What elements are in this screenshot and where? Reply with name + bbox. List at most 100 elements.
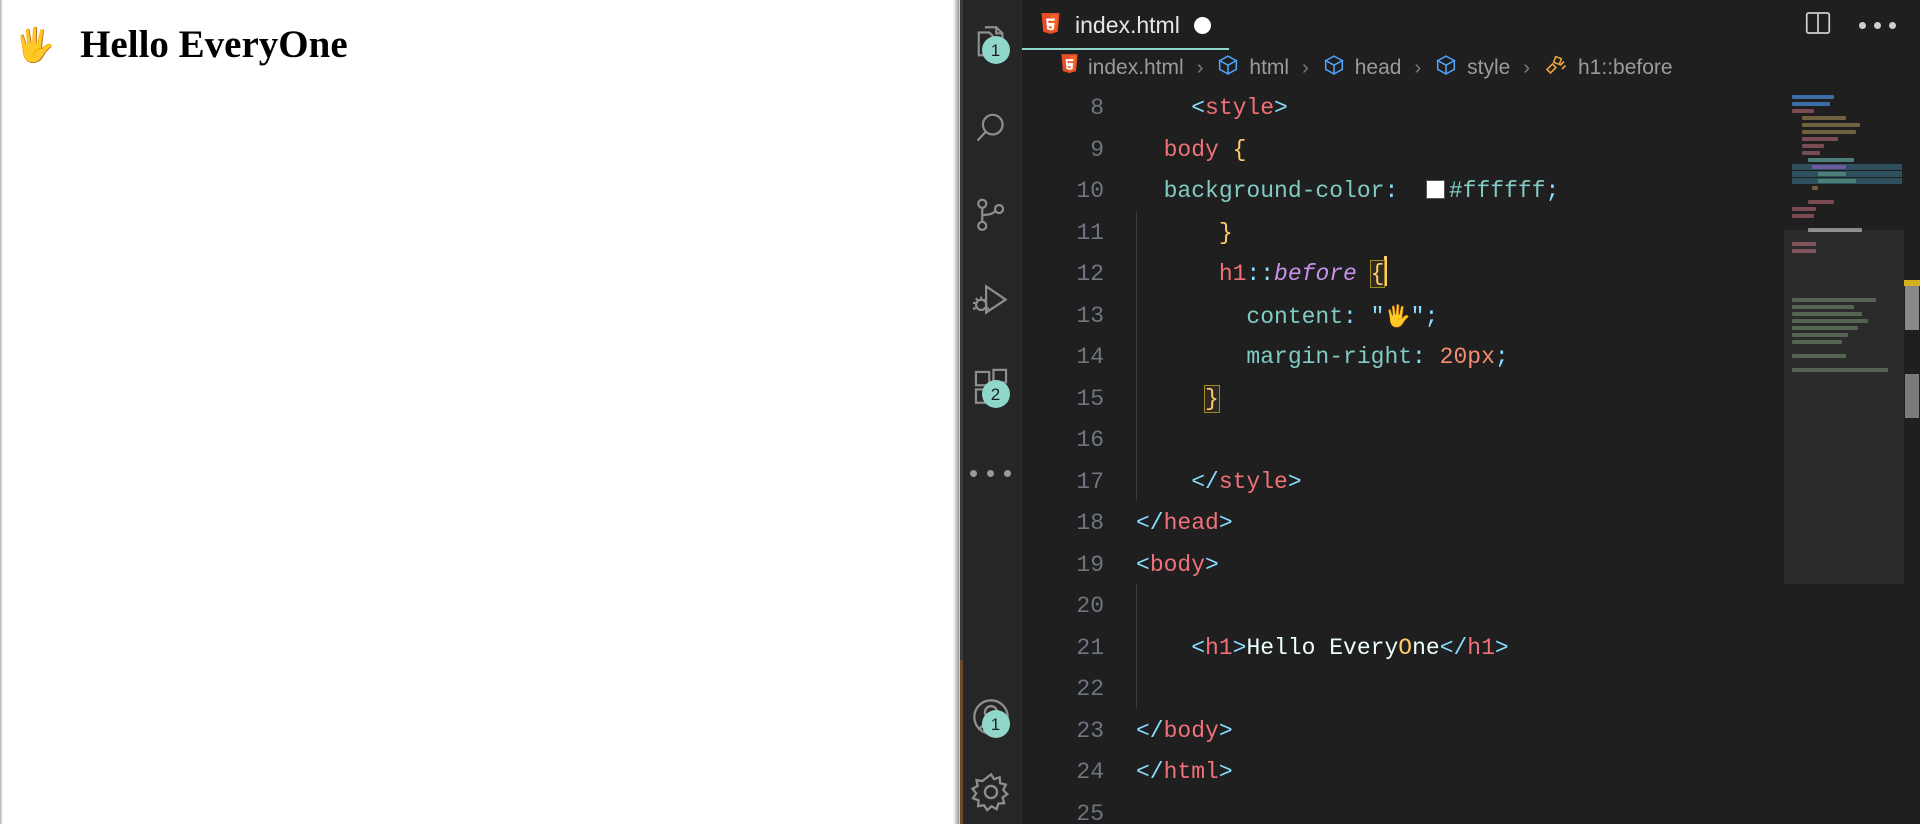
code-line[interactable]: 24 </html> [1022,752,1784,794]
preview-heading-text: Hello EveryOne [80,23,348,66]
line-content: } [1136,210,1233,255]
breadcrumb-item-h1-before[interactable]: h1::before [1543,53,1673,83]
code-line[interactable]: 14 margin-right: 20px; [1022,335,1784,379]
code-line[interactable]: 19 <body> [1022,545,1784,587]
breadcrumb-label: h1::before [1578,56,1673,79]
activity-bar: 1 2 1 [960,0,1022,824]
code-line[interactable]: 15 } [1022,376,1784,421]
line-number: 22 [1076,676,1104,702]
breadcrumb-separator: › [1523,56,1530,79]
line-content: <h1>Hello EveryOne</h1> [1136,625,1509,670]
breadcrumb-label: style [1467,56,1511,79]
symbol-cube-icon [1434,53,1458,83]
breadcrumb-label: head [1354,56,1402,79]
extensions-badge: 2 [981,380,1010,408]
scrollbar-thumb [1905,286,1919,330]
sidebar-item-search[interactable] [960,86,1022,172]
code-line[interactable]: 9 body { [1022,130,1784,172]
line-number: 12 [1076,261,1104,287]
code-line[interactable]: 18 </head> [1022,503,1784,545]
run-debug-icon [970,280,1012,322]
line-number: 21 [1076,634,1104,661]
preview-heading: 🖐 Hello EveryOne [14,22,348,67]
text-cursor [1384,256,1388,286]
breadcrumb-separator: › [1302,56,1309,79]
more-actions-icon[interactable] [1859,21,1896,29]
scrollbar-overview-marker [1905,374,1919,418]
breadcrumb: index.html › html › head › style › h1::b… [1022,50,1920,86]
line-content: </head> [1136,510,1233,536]
sidebar-item-accounts[interactable]: 1 [960,674,1022,760]
line-content: <style> [1136,95,1288,121]
code-line[interactable]: 8 <style> [1022,88,1784,130]
sidebar-item-additional-views[interactable] [960,430,1022,516]
code-line[interactable]: 25 [1022,794,1784,824]
ellipsis-icon [970,469,1011,477]
breadcrumb-item-file[interactable]: index.html [1060,54,1184,82]
sidebar-item-run-and-debug[interactable] [960,258,1022,344]
editor-scrollbar[interactable] [1904,86,1920,824]
line-content: background-color: #ffffff; [1136,178,1560,204]
editor-actions [1803,0,1920,50]
line-number: 11 [1076,219,1104,246]
line-number: 19 [1076,551,1104,578]
gear-icon [969,770,1013,814]
code-editor[interactable]: 8 <style> 9 body { 10 background-color: … [1022,86,1784,824]
breadcrumb-item-html[interactable]: html [1216,53,1289,83]
html5-icon [1060,54,1079,82]
split-editor-icon[interactable] [1803,8,1833,42]
code-line-active[interactable]: 12 h1::before { [1022,252,1784,296]
explorer-badge: 1 [981,36,1010,64]
line-content [1136,667,1150,711]
minimap[interactable] [1784,86,1904,824]
line-content: body { [1136,136,1247,163]
code-line[interactable]: 11 } [1022,210,1784,255]
editor-content: 8 <style> 9 body { 10 background-color: … [1022,86,1920,824]
line-content: <body> [1136,551,1219,578]
breadcrumb-separator: › [1414,56,1422,79]
line-content: h1::before { [1136,252,1388,296]
tab-index-html[interactable]: index.html [1022,0,1229,50]
source-control-icon [970,194,1012,236]
vscode-window: 1 2 1 index.html index.html › html › hea… [960,0,1920,824]
line-number: 13 [1076,302,1104,329]
code-line[interactable]: 13 content: "🖐"; [1022,293,1784,339]
code-line[interactable]: 16 [1022,418,1784,462]
browser-preview-pane: 🖐 Hello EveryOne [0,0,960,824]
line-number: 9 [1090,136,1104,163]
symbol-cube-icon [1216,53,1240,83]
breadcrumb-item-style[interactable]: style [1434,53,1510,83]
code-line[interactable]: 17 </style> [1022,459,1784,504]
symbol-ruler-icon [1543,53,1569,83]
code-line[interactable]: 22 [1022,667,1784,711]
line-number: 20 [1076,593,1104,619]
code-line[interactable]: 10 background-color: #ffffff; [1022,171,1784,213]
breadcrumb-label: index.html [1088,56,1184,79]
line-number: 17 [1076,468,1104,495]
sidebar-item-source-control[interactable] [960,172,1022,258]
accounts-badge: 1 [981,710,1010,738]
line-content: content: "🖐"; [1136,293,1438,339]
line-number: 15 [1076,385,1104,412]
color-swatch[interactable] [1425,180,1445,199]
line-content: </body> [1136,717,1233,744]
line-content: } [1136,376,1220,421]
html5-icon [1040,13,1061,37]
preview-right-edge [953,0,959,824]
preview-left-edge [0,0,3,824]
code-line[interactable]: 21 <h1>Hello EveryOne</h1> [1022,625,1784,670]
raised-hand-emoji-icon: 🖐 [14,25,56,64]
code-line[interactable]: 20 [1022,584,1784,628]
tab-label: index.html [1075,11,1180,38]
breadcrumb-item-head[interactable]: head [1322,53,1402,83]
code-line[interactable]: 23 </body> [1022,711,1784,753]
breadcrumb-separator: › [1196,56,1204,79]
sidebar-item-extensions[interactable]: 2 [960,344,1022,430]
sidebar-item-explorer[interactable]: 1 [960,0,1022,86]
sidebar-item-manage[interactable] [960,760,1022,824]
line-number: 8 [1090,95,1104,121]
unsaved-indicator-icon[interactable] [1193,16,1211,34]
breadcrumb-label: html [1249,56,1290,79]
line-number: 18 [1076,510,1104,536]
line-content [1136,418,1150,462]
